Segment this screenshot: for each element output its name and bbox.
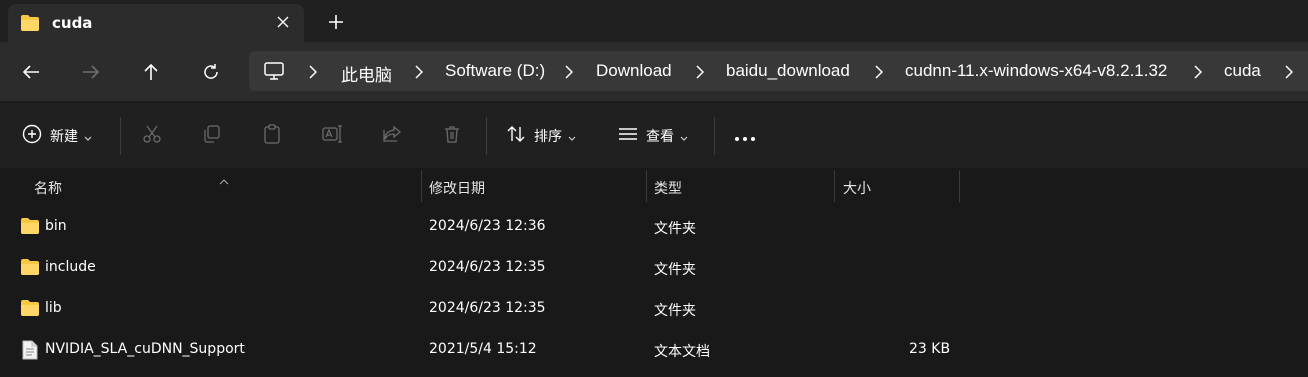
scissors-icon	[142, 124, 162, 148]
tab-cuda[interactable]: cuda	[8, 4, 304, 42]
file-type: 文件夹	[654, 262, 696, 278]
breadcrumb-this-pc[interactable]: 此电脑	[341, 61, 392, 86]
rename-icon	[322, 124, 344, 148]
file-name: NVIDIA_SLA_cuDNN_Support	[45, 341, 245, 357]
computer-icon[interactable]	[263, 60, 285, 86]
file-row[interactable]: NVIDIA_SLA_cuDNN_Support 2021/5/4 15:12 …	[0, 330, 1308, 370]
file-modified: 2024/6/23 12:35	[429, 300, 546, 316]
file-name: bin	[45, 218, 67, 234]
file-modified: 2024/6/23 12:35	[429, 259, 546, 275]
column-header-modified[interactable]: 修改日期	[429, 178, 485, 198]
folder-icon	[20, 14, 40, 36]
cut-button[interactable]	[142, 123, 162, 149]
file-type: 文件夹	[654, 221, 696, 237]
column-divider[interactable]	[421, 170, 422, 202]
chevron-down-icon	[568, 127, 576, 146]
breadcrumb-baidu-download[interactable]: baidu_download	[726, 61, 850, 81]
divider	[120, 117, 121, 155]
view-label: 查看	[646, 129, 674, 145]
address-bar[interactable]: 此电脑 Software (D:) Download baidu_downloa…	[249, 51, 1308, 91]
arrow-left-icon[interactable]	[17, 58, 45, 86]
chevron-right-icon[interactable]	[565, 64, 574, 83]
more-icon	[734, 127, 756, 146]
add-circle-icon	[22, 124, 42, 148]
chevron-right-icon[interactable]	[696, 64, 705, 83]
breadcrumb-cudnn[interactable]: cudnn-11.x-windows-x64-v8.2.1.32	[905, 61, 1167, 81]
title-bar: cuda	[0, 0, 1308, 42]
breadcrumb-drive[interactable]: Software (D:)	[445, 61, 545, 81]
view-button[interactable]: 查看	[618, 123, 688, 149]
divider	[486, 117, 487, 155]
sort-label: 排序	[534, 129, 562, 145]
file-row[interactable]: include 2024/6/23 12:35 文件夹	[0, 248, 1308, 288]
share-button[interactable]	[382, 123, 402, 149]
sort-button[interactable]: 排序	[506, 123, 576, 149]
chevron-right-icon[interactable]	[309, 64, 318, 83]
arrow-up-icon[interactable]	[137, 58, 165, 86]
folder-icon	[20, 299, 40, 321]
list-view-icon	[618, 126, 638, 146]
file-name: lib	[45, 300, 62, 316]
chevron-right-icon[interactable]	[875, 64, 884, 83]
share-icon	[382, 124, 402, 148]
file-modified: 2024/6/23 12:36	[429, 218, 546, 234]
file-type: 文本文档	[654, 344, 710, 360]
new-label: 新建	[50, 129, 78, 145]
close-icon[interactable]	[272, 11, 294, 33]
copy-button[interactable]	[202, 123, 222, 149]
tab-title: cuda	[52, 14, 93, 32]
more-button[interactable]	[734, 123, 756, 149]
file-type: 文件夹	[654, 303, 696, 319]
command-bar: 新建 排序 查看	[0, 103, 1308, 168]
column-header-size[interactable]: 大小	[843, 178, 871, 198]
rename-button[interactable]	[322, 123, 344, 149]
chevron-down-icon	[680, 127, 688, 146]
new-button[interactable]: 新建	[22, 123, 92, 149]
file-modified: 2021/5/4 15:12	[429, 341, 537, 357]
column-header-type[interactable]: 类型	[654, 178, 682, 198]
paste-button[interactable]	[262, 123, 282, 149]
column-divider[interactable]	[646, 170, 647, 202]
delete-button[interactable]	[442, 123, 462, 149]
arrow-right-icon[interactable]	[77, 58, 105, 86]
copy-icon	[202, 124, 222, 148]
file-row[interactable]: bin 2024/6/23 12:36 文件夹	[0, 207, 1308, 247]
sort-ascending-icon	[219, 170, 229, 189]
chevron-right-icon[interactable]	[415, 64, 424, 83]
file-name: include	[45, 259, 96, 275]
breadcrumb-cuda[interactable]: cuda	[1224, 61, 1261, 81]
chevron-right-icon[interactable]	[1285, 64, 1294, 83]
refresh-icon[interactable]	[197, 58, 225, 86]
divider	[714, 117, 715, 155]
chevron-right-icon[interactable]	[1194, 64, 1203, 83]
chevron-down-icon	[84, 127, 92, 146]
column-header-name[interactable]: 名称	[34, 178, 62, 198]
folder-icon	[20, 258, 40, 280]
clipboard-icon	[262, 124, 282, 148]
column-divider[interactable]	[834, 170, 835, 202]
plus-icon[interactable]	[324, 10, 348, 34]
file-size: 23 KB	[909, 341, 951, 357]
folder-icon	[20, 217, 40, 239]
column-divider[interactable]	[959, 170, 960, 202]
trash-icon	[442, 124, 462, 148]
sort-icon	[506, 124, 526, 148]
text-file-icon	[22, 340, 38, 364]
navigation-bar: 此电脑 Software (D:) Download baidu_downloa…	[0, 42, 1308, 102]
file-row[interactable]: lib 2024/6/23 12:35 文件夹	[0, 289, 1308, 329]
column-headers: 名称 修改日期 类型 大小	[0, 170, 1308, 202]
breadcrumb-download[interactable]: Download	[596, 61, 672, 81]
